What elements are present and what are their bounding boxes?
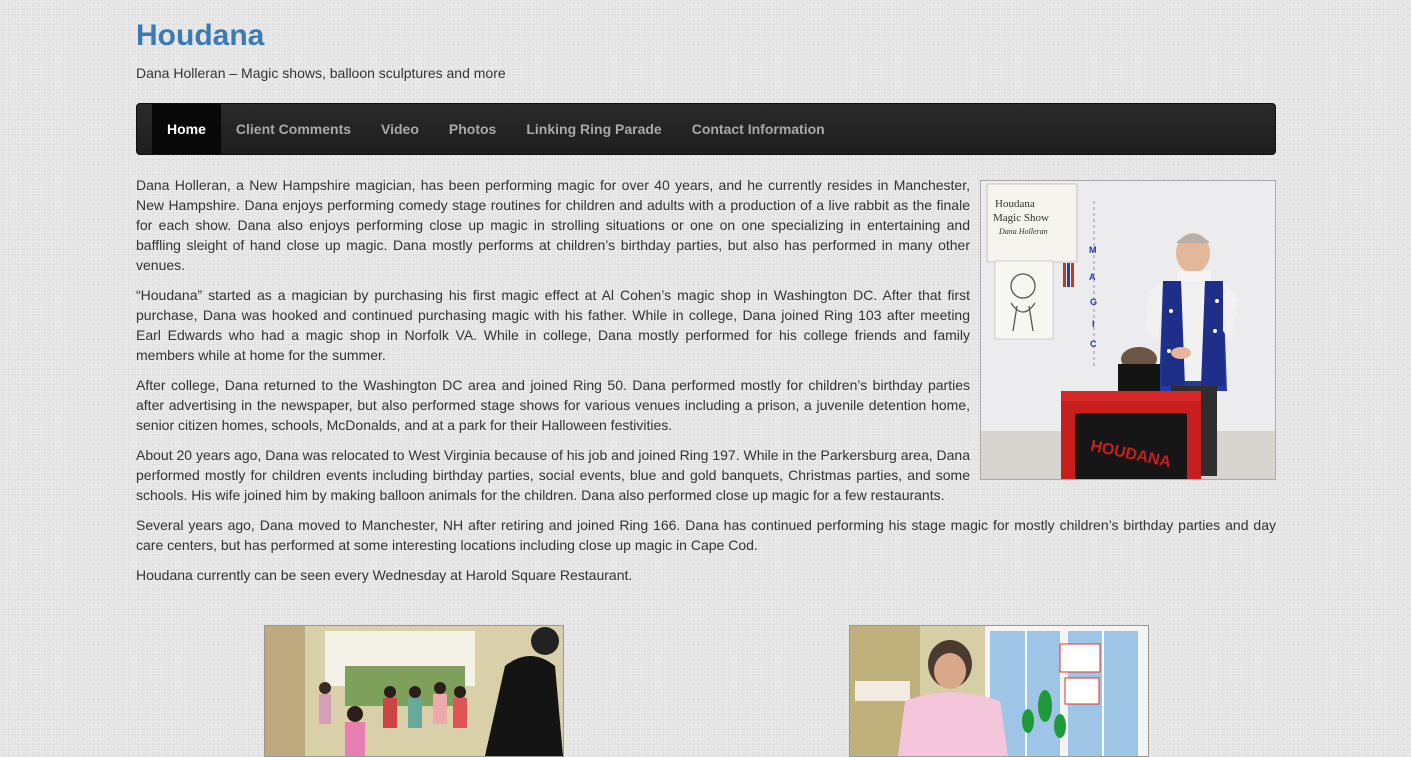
magic-letter-g: G: [1090, 297, 1097, 307]
nav-item-linking-ring-parade[interactable]: Linking Ring Parade: [511, 104, 676, 154]
magic-letter-a: A: [1089, 272, 1096, 282]
magician-photo-illustration: Houdana Magic Show Dana Holleran M A G I…: [981, 181, 1275, 479]
nav-menu: Home Client Comments Video Photos Linkin…: [137, 104, 1275, 154]
featured-photo-magician: Houdana Magic Show Dana Holleran M A G I…: [980, 180, 1276, 480]
main-content: Houdana Magic Show Dana Holleran M A G I…: [136, 175, 1276, 595]
sign-text-line3: Dana Holleran: [998, 227, 1048, 236]
site-tagline: Dana Holleran – Magic shows, balloon scu…: [136, 65, 506, 81]
sign-text-line1: Houdana: [995, 198, 1035, 210]
nav-item-contact-information[interactable]: Contact Information: [677, 104, 840, 154]
magic-letter-m: M: [1089, 245, 1097, 255]
nav-item-client-comments[interactable]: Client Comments: [221, 104, 366, 154]
nav-item-home[interactable]: Home: [152, 104, 221, 154]
magic-letter-i: I: [1092, 319, 1095, 329]
paragraph-current: Houdana currently can be seen every Wedn…: [136, 567, 633, 583]
sign-text-line2: Magic Show: [993, 212, 1049, 224]
gallery-photo-audience[interactable]: [264, 625, 564, 757]
paragraph-manchester: Several years ago, Dana moved to Manches…: [136, 517, 1276, 553]
nav-item-video[interactable]: Video: [366, 104, 434, 154]
audience-photo-illustration: [265, 626, 563, 756]
nav-item-photos[interactable]: Photos: [434, 104, 511, 154]
gallery-photo-balloons[interactable]: [849, 625, 1149, 757]
photo-gallery: [136, 625, 1276, 757]
balloon-photo-illustration: [850, 626, 1148, 756]
main-navbar: Home Client Comments Video Photos Linkin…: [136, 103, 1276, 155]
site-title[interactable]: Houdana: [136, 18, 264, 54]
magic-letter-c: C: [1090, 339, 1097, 349]
